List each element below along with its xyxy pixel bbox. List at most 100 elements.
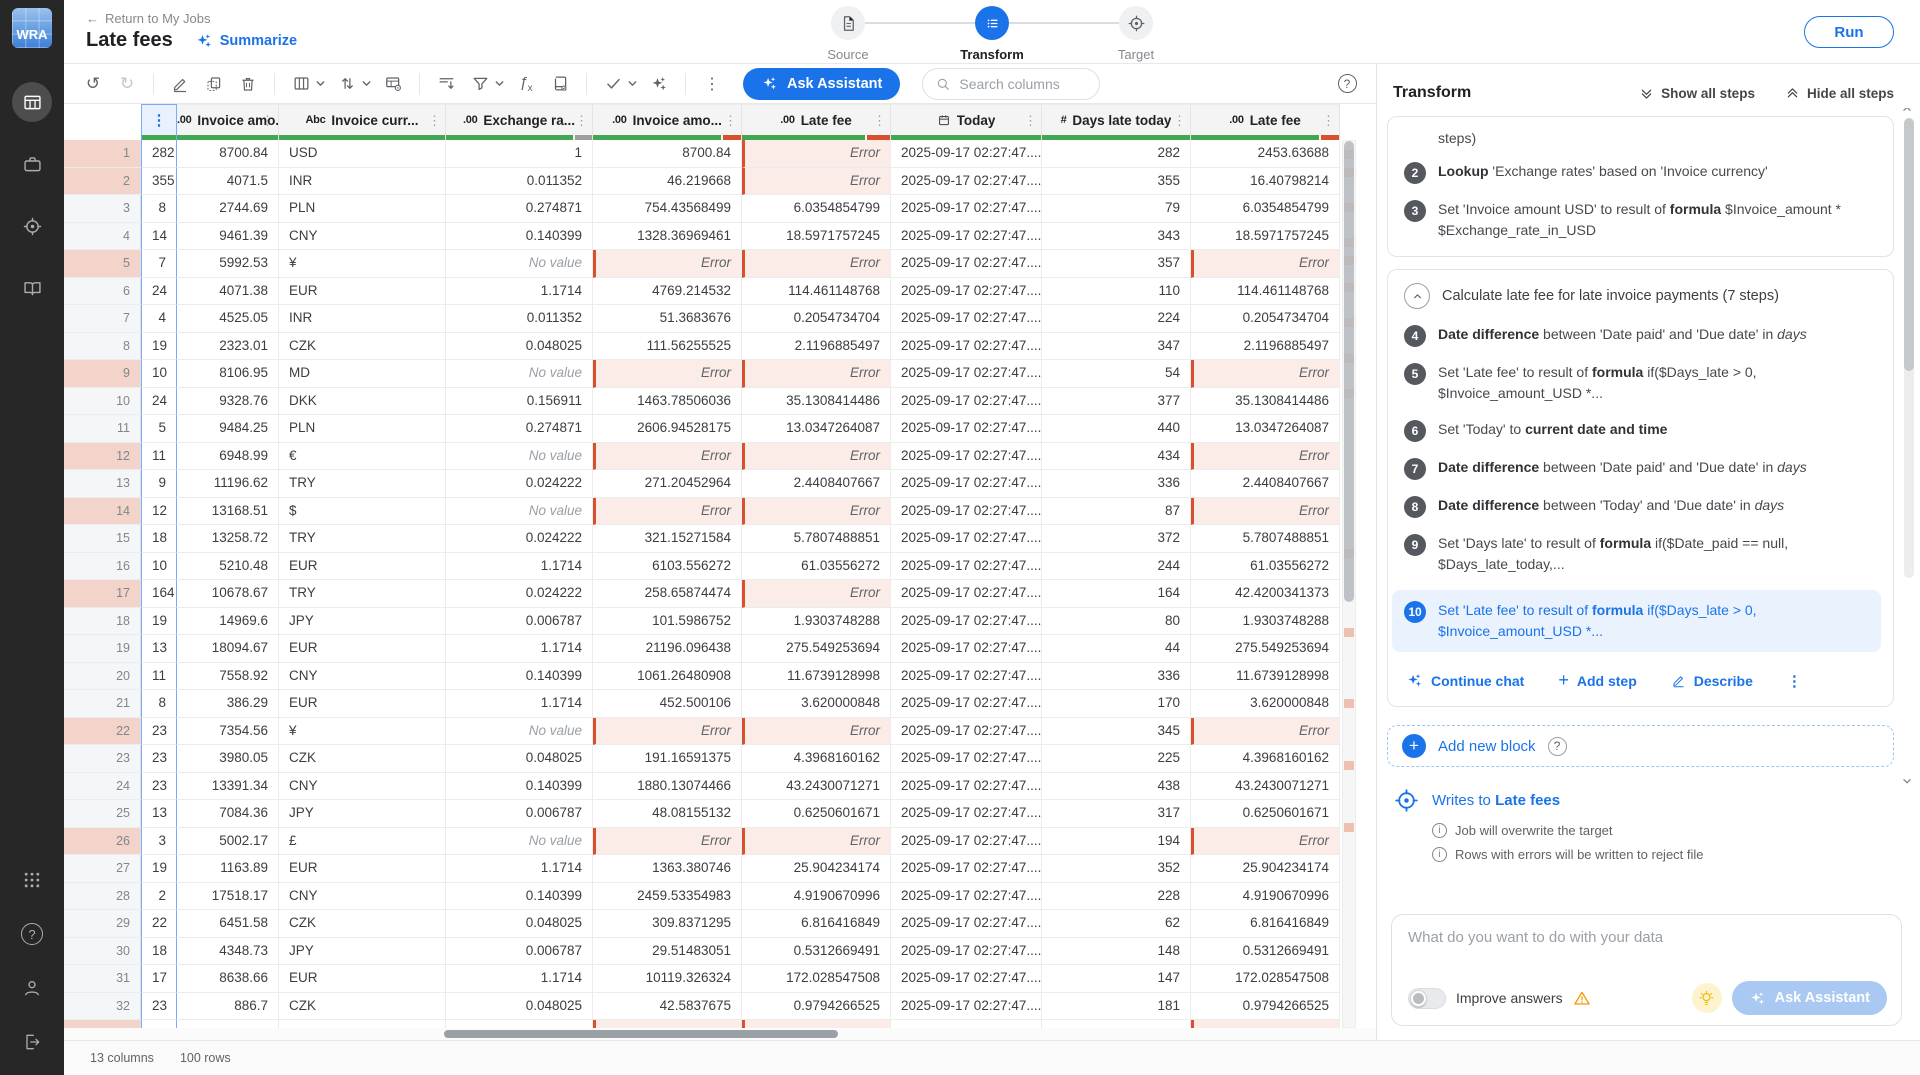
table-cell[interactable]: 0.274871 [446,195,593,223]
table-cell[interactable]: 164 [1042,580,1191,608]
row-number[interactable]: 17 [64,580,141,608]
table-cell[interactable]: 352 [1042,855,1191,883]
hide-all-steps-button[interactable]: Hide all steps [1785,86,1894,101]
transform-step-4[interactable]: 4Date difference between 'Date paid' and… [1404,324,1877,347]
table-cell[interactable]: 4.3968160162 [742,745,891,773]
table-cell[interactable]: 2025-09-17 02:27:47.... [891,470,1042,498]
transform-block-card[interactable]: Calculate late fee for late invoice paym… [1387,269,1894,707]
table-cell[interactable]: 62 [1042,910,1191,938]
table-cell[interactable] [446,1020,593,1028]
table-cell[interactable]: 0.024222 [446,580,593,608]
table-cell[interactable]: 13.0347264087 [742,415,891,443]
transform-step-9[interactable]: 9Set 'Days late' to result of formula if… [1404,533,1877,575]
table-cell[interactable]: MD [279,360,446,388]
table-cell[interactable]: 14 [141,223,177,251]
table-cell[interactable]: TRY [279,580,446,608]
table-cell[interactable]: 2744.69 [177,195,279,223]
table-cell[interactable]: Error [1191,498,1340,526]
table-cell[interactable]: Error [1191,360,1340,388]
table-cell[interactable]: 4.3968160162 [1191,745,1340,773]
table-cell[interactable]: 8106.95 [177,360,279,388]
table-cell[interactable]: 42.5837675 [593,993,742,1021]
table-cell[interactable]: 148 [1042,938,1191,966]
table-cell[interactable]: ¥ [279,718,446,746]
table-cell[interactable]: 1.1714 [446,553,593,581]
table-cell[interactable]: 18094.67 [177,635,279,663]
table-cell[interactable]: 355 [1042,168,1191,196]
table-cell[interactable]: 18.5971757245 [1191,223,1340,251]
table-cell[interactable]: 317 [1042,800,1191,828]
assistant-chat-input[interactable] [1408,929,1887,946]
edit-cell-button[interactable] [165,69,195,99]
table-cell[interactable]: 0.006787 [446,938,593,966]
table-cell[interactable]: 61.03556272 [742,553,891,581]
table-cell[interactable]: Error [742,360,891,388]
table-cell[interactable]: 7558.92 [177,663,279,691]
summarize-button[interactable]: Summarize [195,32,297,50]
table-cell[interactable]: 2025-09-17 02:27:47.... [891,360,1042,388]
table-cell[interactable]: 438 [1042,773,1191,801]
table-cell[interactable]: 23 [141,745,177,773]
table-cell[interactable]: 172.028547508 [1191,965,1340,993]
table-cell[interactable]: 345 [1042,718,1191,746]
table-cell[interactable]: EUR [279,855,446,883]
row-number[interactable]: 26 [64,828,141,856]
sidebar-item-targets[interactable] [12,206,52,246]
table-cell[interactable]: 2453.63688 [1191,140,1340,168]
table-cell[interactable]: CNY [279,773,446,801]
panel-scrollbar[interactable] [1904,118,1914,578]
table-cell[interactable]: 0.5312669491 [1191,938,1340,966]
table-cell[interactable]: PLN [279,195,446,223]
table-cell[interactable]: 0.140399 [446,883,593,911]
toolbar-help-button[interactable]: ? [1332,69,1362,99]
transform-step-7[interactable]: 7Date difference between 'Date paid' and… [1404,457,1877,480]
table-cell[interactable]: 0.048025 [446,993,593,1021]
row-number[interactable]: 13 [64,470,141,498]
table-cell[interactable]: 22 [141,910,177,938]
stepper-source[interactable]: Source [803,6,893,62]
table-cell[interactable]: 225 [1042,745,1191,773]
table-cell[interactable]: 1 [446,140,593,168]
table-cell[interactable]: TRY [279,525,446,553]
table-cell[interactable]: 25.904234174 [742,855,891,883]
table-cell[interactable]: 434 [1042,443,1191,471]
row-number[interactable]: 1 [64,140,141,168]
table-cell[interactable]: No value [446,443,593,471]
table-cell[interactable]: 11.6739128998 [1191,663,1340,691]
sort-button[interactable] [332,69,362,99]
table-cell[interactable] [742,1020,891,1028]
table-cell[interactable]: Error [593,250,742,278]
row-number[interactable]: 29 [64,910,141,938]
table-cell[interactable]: 3.620000848 [1191,690,1340,718]
table-cell[interactable]: 4 [141,305,177,333]
table-cell[interactable]: 25.904234174 [1191,855,1340,883]
table-cell[interactable]: 271.20452964 [593,470,742,498]
table-cell[interactable]: 114.461148768 [1191,278,1340,306]
table-cell[interactable]: 2025-09-17 02:27:47.... [891,910,1042,938]
table-cell[interactable]: Error [742,250,891,278]
table-cell[interactable]: Error [1191,718,1340,746]
writes-to-link[interactable]: Writes to Late fees [1432,792,1560,809]
table-cell[interactable]: 43.2430071271 [1191,773,1340,801]
table-cell[interactable]: 10119.326324 [593,965,742,993]
table-cell[interactable]: CZK [279,993,446,1021]
table-cell[interactable]: No value [446,250,593,278]
table-cell[interactable]: 5210.48 [177,553,279,581]
copy-button[interactable] [199,69,229,99]
redo-button[interactable]: ↻ [112,69,142,99]
table-cell[interactable]: 282 [1042,140,1191,168]
filter-dropdown[interactable] [493,77,507,90]
table-cell[interactable]: Error [1191,828,1340,856]
table-cell[interactable]: 5 [141,415,177,443]
column-header-selected[interactable]: ⋮ [141,104,177,140]
row-number[interactable]: 18 [64,608,141,636]
table-cell[interactable]: 8 [141,690,177,718]
table-cell[interactable]: Error [742,140,891,168]
table-cell[interactable]: 23 [141,993,177,1021]
table-cell[interactable]: 16.40798214 [1191,168,1340,196]
row-number[interactable]: 11 [64,415,141,443]
table-cell[interactable]: 0.6250601671 [1191,800,1340,828]
table-cell[interactable]: CNY [279,663,446,691]
table-cell[interactable]: 44 [1042,635,1191,663]
account-button[interactable] [15,971,49,1005]
